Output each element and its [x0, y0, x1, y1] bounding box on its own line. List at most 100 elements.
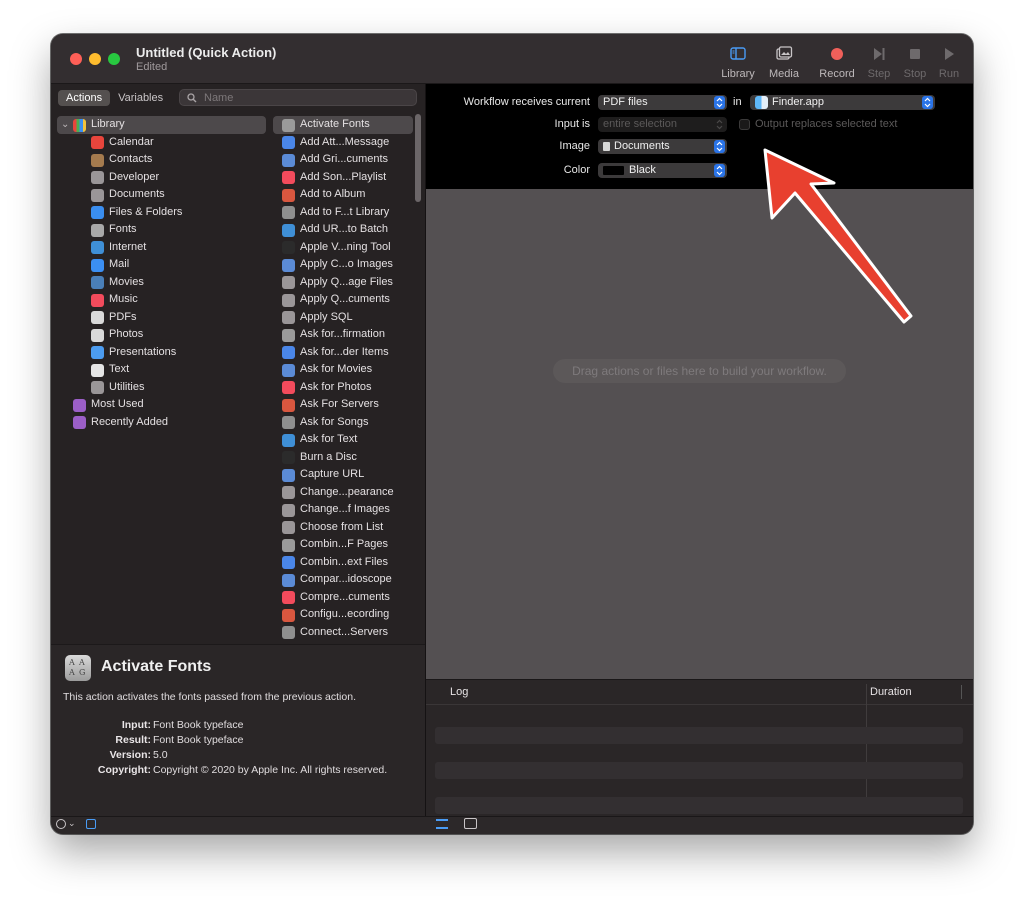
list-view-icon[interactable]	[436, 819, 448, 829]
image-popup[interactable]: Documents	[598, 139, 727, 154]
action-item[interactable]: Add to Album	[273, 186, 413, 204]
action-list-scrollbar[interactable]	[413, 112, 423, 640]
action-label: Combin...ext Files	[300, 555, 389, 568]
input-is-popup[interactable]: entire selection	[598, 117, 727, 132]
library-category[interactable]: Fonts	[57, 221, 266, 239]
library-category[interactable]: Text	[57, 361, 266, 379]
action-icon	[282, 118, 295, 132]
action-item[interactable]: Combin...ext Files	[273, 554, 413, 572]
action-item[interactable]: Apple V...ning Tool	[273, 239, 413, 257]
smart-group[interactable]: Most Used	[57, 396, 266, 414]
action-list: Activate Fonts Add Att...Message Add Gri..…	[273, 116, 413, 644]
library-category[interactable]: Files & Folders	[57, 204, 266, 222]
minimize-button[interactable]	[89, 53, 101, 65]
action-item[interactable]: Change...pearance	[273, 484, 413, 502]
action-item[interactable]: Change...f Images	[273, 501, 413, 519]
action-icon	[282, 188, 295, 202]
action-item[interactable]: Ask for Text	[273, 431, 413, 449]
action-item[interactable]: Ask for...firmation	[273, 326, 413, 344]
search-input[interactable]	[204, 90, 404, 105]
action-item[interactable]: Activate Fonts	[273, 116, 413, 134]
category-icon	[91, 241, 104, 254]
action-item[interactable]: Apply C...o Images	[273, 256, 413, 274]
action-item[interactable]: Compre...cuments	[273, 589, 413, 607]
action-item[interactable]: Add to F...t Library	[273, 204, 413, 222]
library-category[interactable]: Developer	[57, 169, 266, 187]
action-icon	[282, 381, 295, 394]
library-category[interactable]: Photos	[57, 326, 266, 344]
action-item[interactable]: Ask for Photos	[273, 379, 413, 397]
search-field[interactable]	[179, 89, 417, 106]
output-replaces-checkbox[interactable]	[739, 119, 750, 130]
action-item[interactable]: Add UR...to Batch	[273, 221, 413, 239]
close-button[interactable]	[70, 53, 82, 65]
description-toggle-icon[interactable]	[86, 819, 96, 829]
action-item[interactable]: Ask for...der Items	[273, 344, 413, 362]
category-icon	[91, 136, 104, 149]
input-is-value: entire selection	[603, 118, 677, 130]
action-item[interactable]: Add Gri...cuments	[273, 151, 413, 169]
action-item[interactable]: Apply Q...age Files	[273, 274, 413, 292]
action-item[interactable]: Apply Q...cuments	[273, 291, 413, 309]
action-label: Configu...ecording	[300, 608, 390, 620]
log-header: Log Duration	[426, 680, 973, 705]
chevron-down-icon[interactable]: ⌄	[61, 116, 69, 134]
smart-group[interactable]: Recently Added	[57, 414, 266, 432]
action-item[interactable]: Burn a Disc	[273, 449, 413, 467]
workflow-drop-area[interactable]: Drag actions or files here to build your…	[426, 189, 973, 679]
action-item[interactable]: Combin...F Pages	[273, 536, 413, 554]
action-item[interactable]: Add Att...Message	[273, 134, 413, 152]
category-label: Mail	[109, 258, 130, 270]
log-column-header[interactable]: Log	[450, 686, 468, 698]
library-category[interactable]: Calendar	[57, 134, 266, 152]
action-label: Ask for...firmation	[300, 328, 385, 340]
duration-column-header[interactable]: Duration	[870, 686, 912, 698]
library-category[interactable]: Utilities	[57, 379, 266, 397]
meta-input-value: Font Book typeface	[153, 719, 244, 731]
category-icon	[91, 206, 104, 219]
action-item[interactable]: Apply SQL	[273, 309, 413, 327]
tab-variables[interactable]: Variables	[110, 90, 171, 106]
action-item[interactable]: Ask for Songs	[273, 414, 413, 432]
action-item[interactable]: Connect...Servers	[273, 624, 413, 642]
action-label: Combin...F Pages	[300, 538, 389, 550]
library-category[interactable]: Presentations	[57, 344, 266, 362]
action-icon	[282, 556, 295, 569]
action-item[interactable]: Capture URL	[273, 466, 413, 484]
library-category[interactable]: Movies	[57, 274, 266, 292]
run-button[interactable]: Run	[926, 44, 972, 82]
action-item[interactable]: Ask For Servers	[273, 396, 413, 414]
library-root[interactable]: ⌄ Library	[57, 116, 266, 134]
chevron-down-icon[interactable]: ⌄	[68, 818, 76, 829]
record-button[interactable]: Record	[814, 44, 860, 82]
action-item[interactable]: Choose from List	[273, 519, 413, 537]
library-category[interactable]: Documents	[57, 186, 266, 204]
tab-actions[interactable]: Actions	[58, 90, 111, 106]
media-button[interactable]: Media	[761, 44, 807, 82]
library-category[interactable]: Contacts	[57, 151, 266, 169]
library-category[interactable]: Music	[57, 291, 266, 309]
receives-popup[interactable]: PDF files	[598, 95, 727, 110]
action-item[interactable]: Add Son...Playlist	[273, 169, 413, 187]
scroll-thumb[interactable]	[415, 114, 421, 202]
app-popup[interactable]: Finder.app	[750, 95, 935, 110]
action-icon	[282, 328, 295, 342]
action-label: Add Gri...cuments	[300, 153, 389, 165]
library-button[interactable]: Library	[715, 44, 761, 82]
meta-input: Input: Font Book typeface	[51, 719, 425, 734]
action-icon	[282, 626, 295, 639]
action-item[interactable]: Configu...ecording	[273, 606, 413, 624]
library-category[interactable]: Mail	[57, 256, 266, 274]
description-text: This action activates the fonts passed f…	[63, 691, 356, 703]
color-popup[interactable]: Black	[598, 163, 727, 178]
meta-copyright-value: Copyright © 2020 by Apple Inc. All right…	[153, 764, 388, 776]
category-label: Movies	[109, 275, 144, 288]
meta-version-value: 5.0	[153, 749, 168, 761]
action-menu-icon[interactable]	[56, 819, 66, 829]
column-view-icon[interactable]	[464, 818, 477, 829]
library-category[interactable]: PDFs	[57, 309, 266, 327]
action-item[interactable]: Compar...idoscope	[273, 571, 413, 589]
zoom-button[interactable]	[108, 53, 120, 65]
action-item[interactable]: Ask for Movies	[273, 361, 413, 379]
library-category[interactable]: Internet	[57, 239, 266, 257]
